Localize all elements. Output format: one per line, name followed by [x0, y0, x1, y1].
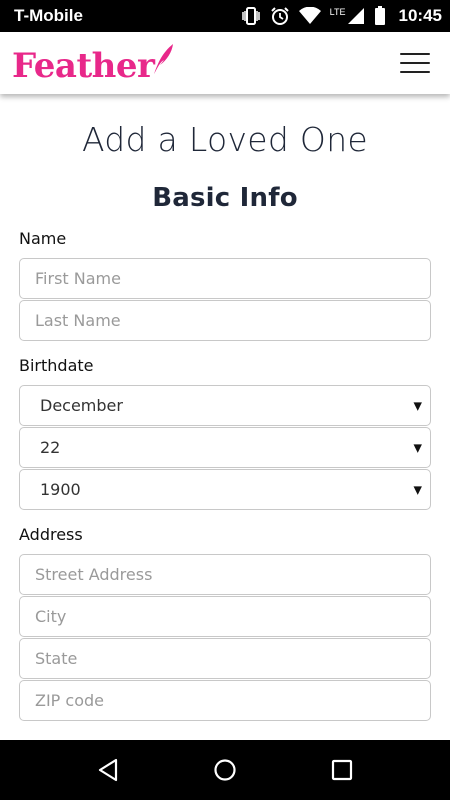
year-select[interactable]: 1900 ▼: [19, 469, 431, 510]
feather-logo[interactable]: Feather: [12, 43, 174, 83]
status-icons: LTE 10:45: [241, 6, 442, 26]
address-group: Address: [19, 525, 431, 721]
network-type: LTE: [329, 7, 346, 17]
recents-button[interactable]: [312, 740, 372, 800]
clock: 10:45: [398, 6, 442, 25]
home-circle-icon: [214, 759, 236, 781]
zip-code-input[interactable]: [19, 680, 431, 721]
last-name-input[interactable]: [19, 300, 431, 341]
back-triangle-icon: [99, 758, 118, 782]
dropdown-caret-icon: ▼: [413, 441, 422, 454]
menu-line-icon: [400, 53, 430, 55]
battery-icon: [374, 6, 386, 26]
first-name-input[interactable]: [19, 258, 431, 299]
day-select[interactable]: 22 ▼: [19, 427, 431, 468]
year-value: 1900: [40, 480, 81, 499]
recents-square-icon: [331, 759, 352, 781]
name-label: Name: [19, 229, 67, 248]
month-value: December: [40, 396, 123, 415]
back-button[interactable]: [78, 740, 138, 800]
name-group: Name: [19, 229, 431, 341]
address-label: Address: [19, 525, 83, 544]
state-input[interactable]: [19, 638, 431, 679]
status-bar: T-Mobile LTE 10:45: [0, 0, 450, 32]
month-select[interactable]: December ▼: [19, 385, 431, 426]
main-content[interactable]: Add a Loved One Basic Info Name Birthdat…: [0, 94, 450, 740]
menu-line-icon: [400, 62, 430, 64]
vibrate-icon: [241, 7, 261, 25]
hamburger-menu-button[interactable]: [398, 50, 432, 76]
birthdate-label: Birthdate: [19, 356, 94, 375]
street-address-input[interactable]: [19, 554, 431, 595]
birthdate-group: Birthdate December ▼ 22 ▼ 1900 ▼: [19, 356, 431, 510]
dropdown-caret-icon: ▼: [413, 399, 422, 412]
wifi-icon: [298, 7, 321, 25]
menu-line-icon: [400, 71, 430, 73]
app-header: Feather: [0, 32, 450, 94]
city-input[interactable]: [19, 596, 431, 637]
page-title: Add a Loved One: [81, 120, 369, 159]
dropdown-caret-icon: ▼: [413, 483, 422, 496]
signal-icon: LTE: [330, 7, 365, 25]
section-title: Basic Info: [152, 183, 298, 213]
logo-text: Feather: [12, 46, 155, 86]
home-button[interactable]: [195, 740, 255, 800]
navigation-bar: [0, 740, 450, 800]
feather-icon: [152, 43, 174, 79]
day-value: 22: [40, 438, 61, 457]
alarm-icon: [270, 6, 290, 26]
carrier-name: T-Mobile: [14, 6, 83, 25]
